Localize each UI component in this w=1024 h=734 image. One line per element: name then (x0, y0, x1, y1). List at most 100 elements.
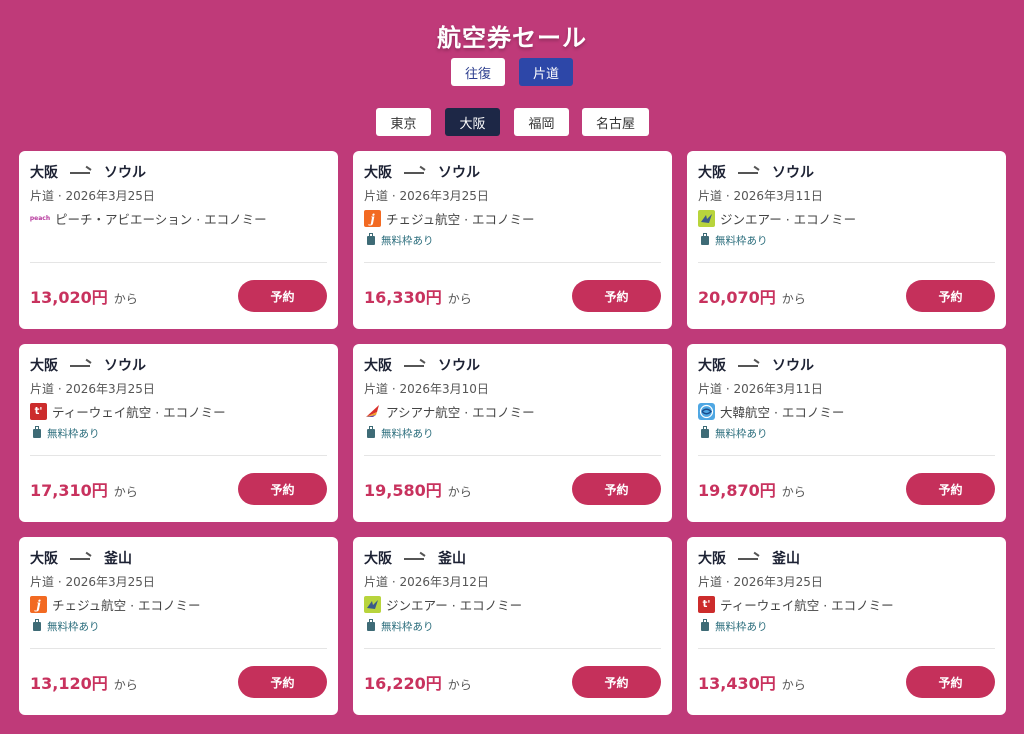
price-row: 20,070円 から 予約 (698, 280, 995, 312)
arrow-right-icon (404, 168, 426, 176)
arrow-right-icon (70, 168, 92, 176)
jeju-logo-icon: j (364, 210, 381, 227)
route: 大阪 ソウル (698, 162, 995, 182)
luggage-icon (367, 232, 375, 245)
price-row: 13,020円 から 予約 (30, 280, 327, 312)
origin-nagoya[interactable]: 名古屋 (582, 108, 649, 136)
arrow-right-icon (404, 554, 426, 562)
price-value: 19,580円 (364, 481, 442, 500)
price-row: 16,330円 から 予約 (364, 280, 661, 312)
book-button[interactable]: 予約 (572, 280, 661, 312)
flight-card[interactable]: 大阪 釜山 片道 · 2026年3月25日 t' ティーウェイ航空 · エコノミ… (687, 537, 1006, 715)
origin-osaka[interactable]: 大阪 (445, 108, 500, 136)
book-button[interactable]: 予約 (238, 280, 327, 312)
route-origin: 大阪 (30, 358, 58, 374)
flight-card[interactable]: 大阪 釜山 片道 · 2026年3月12日 ジンエアー · エコノミー 無料枠あ… (353, 537, 672, 715)
baggage-label: 無料枠あり (381, 234, 434, 247)
book-button[interactable]: 予約 (906, 473, 995, 505)
route-destination: 釜山 (772, 551, 800, 567)
price: 19,580円 から (364, 477, 472, 501)
flight-meta: 片道 · 2026年3月25日 (30, 382, 155, 396)
divider (30, 262, 327, 263)
airline-name: ティーウェイ航空 · エコノミー (720, 598, 894, 613)
price-suffix: から (113, 292, 138, 306)
baggage-label: 無料枠あり (47, 427, 100, 440)
flight-meta: 片道 · 2026年3月25日 (30, 575, 155, 589)
divider (698, 455, 995, 456)
book-button[interactable]: 予約 (572, 666, 661, 698)
flight-card[interactable]: 大阪 ソウル 片道 · 2026年3月25日 t' ティーウェイ航空 · エコノ… (19, 344, 338, 522)
airline-row: ジンエアー · エコノミー (698, 210, 995, 227)
route-destination: ソウル (772, 165, 814, 181)
price-value: 16,220円 (364, 674, 442, 693)
tway-logo-icon: t' (698, 596, 715, 613)
peach-logo-icon: peach (29, 215, 51, 222)
route-destination: ソウル (438, 165, 480, 181)
book-button[interactable]: 予約 (238, 666, 327, 698)
flight-card[interactable]: 大阪 ソウル 片道 · 2026年3月25日 peach ピーチ・アビエーション… (19, 151, 338, 329)
baggage-info: 無料枠あり (364, 425, 661, 440)
flight-card[interactable]: 大阪 ソウル 片道 · 2026年3月11日 大韓航空 · エコノミー 無料枠あ… (687, 344, 1006, 522)
route-origin: 大阪 (698, 358, 726, 374)
origin-tokyo[interactable]: 東京 (376, 108, 431, 136)
airline-name: ジンエアー · エコノミー (386, 598, 523, 613)
flight-meta: 片道 · 2026年3月12日 (364, 575, 489, 589)
book-button[interactable]: 予約 (238, 473, 327, 505)
price-suffix: から (447, 678, 472, 692)
route: 大阪 ソウル (698, 355, 995, 375)
price-value: 17,310円 (30, 481, 108, 500)
luggage-icon (701, 232, 709, 245)
price-suffix: から (447, 292, 472, 306)
flight-card-grid: 大阪 ソウル 片道 · 2026年3月25日 peach ピーチ・アビエーション… (19, 151, 1006, 715)
price-row: 16,220円 から 予約 (364, 666, 661, 698)
luggage-icon (33, 425, 41, 438)
baggage-label: 無料枠あり (47, 620, 100, 633)
tab-one-way[interactable]: 片道 (519, 58, 573, 86)
baggage-info: 無料枠あり (364, 232, 661, 247)
arrow-right-icon (738, 361, 760, 369)
price-value: 13,120円 (30, 674, 108, 693)
divider (30, 455, 327, 456)
route-destination: 釜山 (438, 551, 466, 567)
arrow-right-icon (70, 554, 92, 562)
airline-row: j チェジュ航空 · エコノミー (30, 596, 327, 613)
price: 13,120円 から (30, 670, 138, 694)
flight-card[interactable]: 大阪 ソウル 片道 · 2026年3月11日 ジンエアー · エコノミー 無料枠… (687, 151, 1006, 329)
tway-logo-icon: t' (30, 403, 47, 420)
route: 大阪 釜山 (698, 548, 995, 568)
price-value: 13,020円 (30, 288, 108, 307)
price-suffix: から (447, 485, 472, 499)
price: 13,020円 から (30, 284, 138, 308)
airline-name: チェジュ航空 · エコノミー (386, 212, 535, 227)
flight-card[interactable]: 大阪 釜山 片道 · 2026年3月25日 j チェジュ航空 · エコノミー 無… (19, 537, 338, 715)
route: 大阪 釜山 (364, 548, 661, 568)
jeju-logo-icon: j (30, 596, 47, 613)
origin-fukuoka[interactable]: 福岡 (514, 108, 569, 136)
arrow-right-icon (738, 168, 760, 176)
route: 大阪 ソウル (30, 355, 327, 375)
jinair-logo-icon (364, 596, 381, 613)
luggage-icon (367, 425, 375, 438)
flight-card[interactable]: 大阪 ソウル 片道 · 2026年3月10日 アシアナ航空 · エコノミー 無料… (353, 344, 672, 522)
route: 大阪 ソウル (364, 162, 661, 182)
route-destination: ソウル (438, 358, 480, 374)
book-button[interactable]: 予約 (906, 666, 995, 698)
airline-name: ティーウェイ航空 · エコノミー (52, 405, 226, 420)
tab-round-trip[interactable]: 往復 (451, 58, 505, 86)
airline-name: アシアナ航空 · エコノミー (386, 405, 535, 420)
price-row: 17,310円 から 予約 (30, 473, 327, 505)
divider (698, 648, 995, 649)
flight-card[interactable]: 大阪 ソウル 片道 · 2026年3月25日 j チェジュ航空 · エコノミー … (353, 151, 672, 329)
route-origin: 大阪 (364, 551, 392, 567)
book-button[interactable]: 予約 (906, 280, 995, 312)
baggage-info: 無料枠あり (364, 618, 661, 633)
book-button[interactable]: 予約 (572, 473, 661, 505)
route-origin: 大阪 (364, 165, 392, 181)
arrow-right-icon (70, 361, 92, 369)
airline-row: t' ティーウェイ航空 · エコノミー (30, 403, 327, 420)
price-value: 16,330円 (364, 288, 442, 307)
route-destination: ソウル (104, 358, 146, 374)
price-value: 19,870円 (698, 481, 776, 500)
price: 16,220円 から (364, 670, 472, 694)
airline-name: ジンエアー · エコノミー (720, 212, 857, 227)
